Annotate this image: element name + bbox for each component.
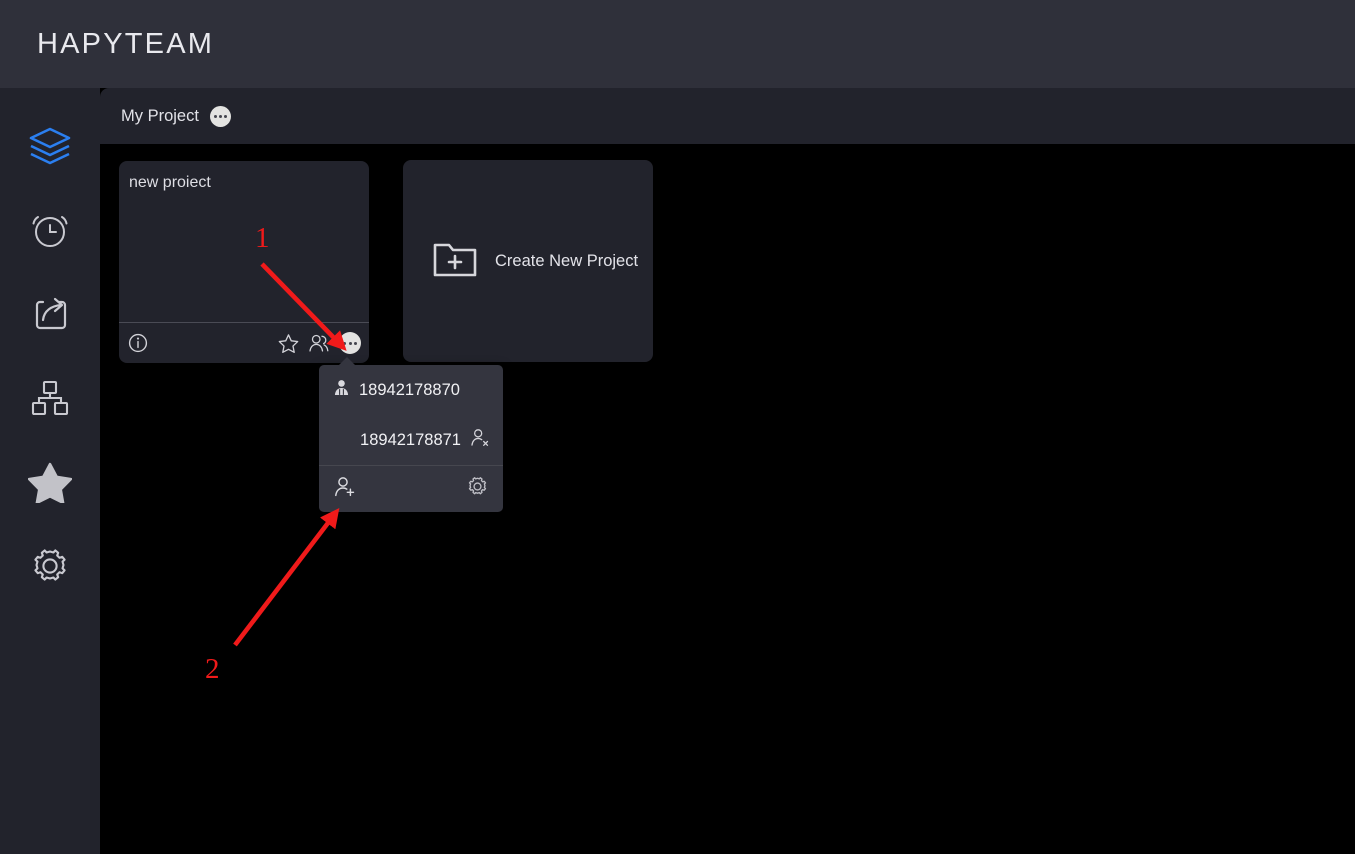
share-export-icon: [29, 293, 71, 335]
info-icon[interactable]: [128, 333, 148, 353]
tab-strip: My Project: [100, 88, 1355, 144]
project-card-title: new proiect: [129, 174, 211, 191]
sidebar-item-projects[interactable]: [0, 104, 100, 188]
member-name: 18942178871: [360, 430, 461, 449]
more-dots-badge: [339, 332, 361, 354]
user-filled-icon: [333, 379, 350, 401]
more-dots-icon[interactable]: [209, 105, 231, 127]
gear-icon: [29, 545, 71, 587]
create-new-project-label: Create New Project: [495, 251, 639, 270]
tab-label: My Project: [121, 106, 199, 125]
sitemap-icon: [29, 377, 71, 419]
app-title: HAPYTEAM: [37, 27, 215, 60]
sidebar-item-favorites[interactable]: [0, 440, 100, 524]
add-user-icon[interactable]: [334, 476, 356, 503]
sidebar-item-reminders[interactable]: [0, 188, 100, 272]
card-more-dots-icon[interactable]: [339, 332, 361, 354]
member-row[interactable]: 18942178871: [319, 415, 503, 465]
content-area: new proiect Create New Project 189421788…: [100, 144, 1355, 854]
user-remove-icon[interactable]: [470, 428, 489, 452]
member-row[interactable]: 18942178870: [319, 365, 503, 415]
project-card-actions: [278, 332, 361, 354]
project-card-footer: [119, 322, 369, 363]
folder-plus-icon: [432, 239, 478, 284]
app-header: HAPYTEAM: [0, 0, 1355, 88]
popover-caret: [338, 357, 356, 366]
project-card[interactable]: new proiect: [119, 161, 369, 363]
sidebar-item-structure[interactable]: [0, 356, 100, 440]
create-new-project-card[interactable]: Create New Project: [403, 160, 653, 362]
members-popover: 18942178870 18942178871: [319, 357, 503, 512]
star-outline-icon[interactable]: [278, 333, 299, 353]
star-filled-icon: [28, 461, 72, 503]
tab-my-project[interactable]: My Project: [113, 88, 239, 144]
alarm-clock-icon: [29, 209, 71, 251]
gear-icon[interactable]: [467, 476, 488, 502]
sidebar-item-settings[interactable]: [0, 524, 100, 608]
sidebar: [0, 88, 100, 854]
members-actions: [319, 465, 503, 512]
people-icon[interactable]: [308, 333, 330, 353]
member-name: 18942178870: [359, 380, 460, 399]
sidebar-item-share[interactable]: [0, 272, 100, 356]
layers-icon: [27, 124, 73, 168]
